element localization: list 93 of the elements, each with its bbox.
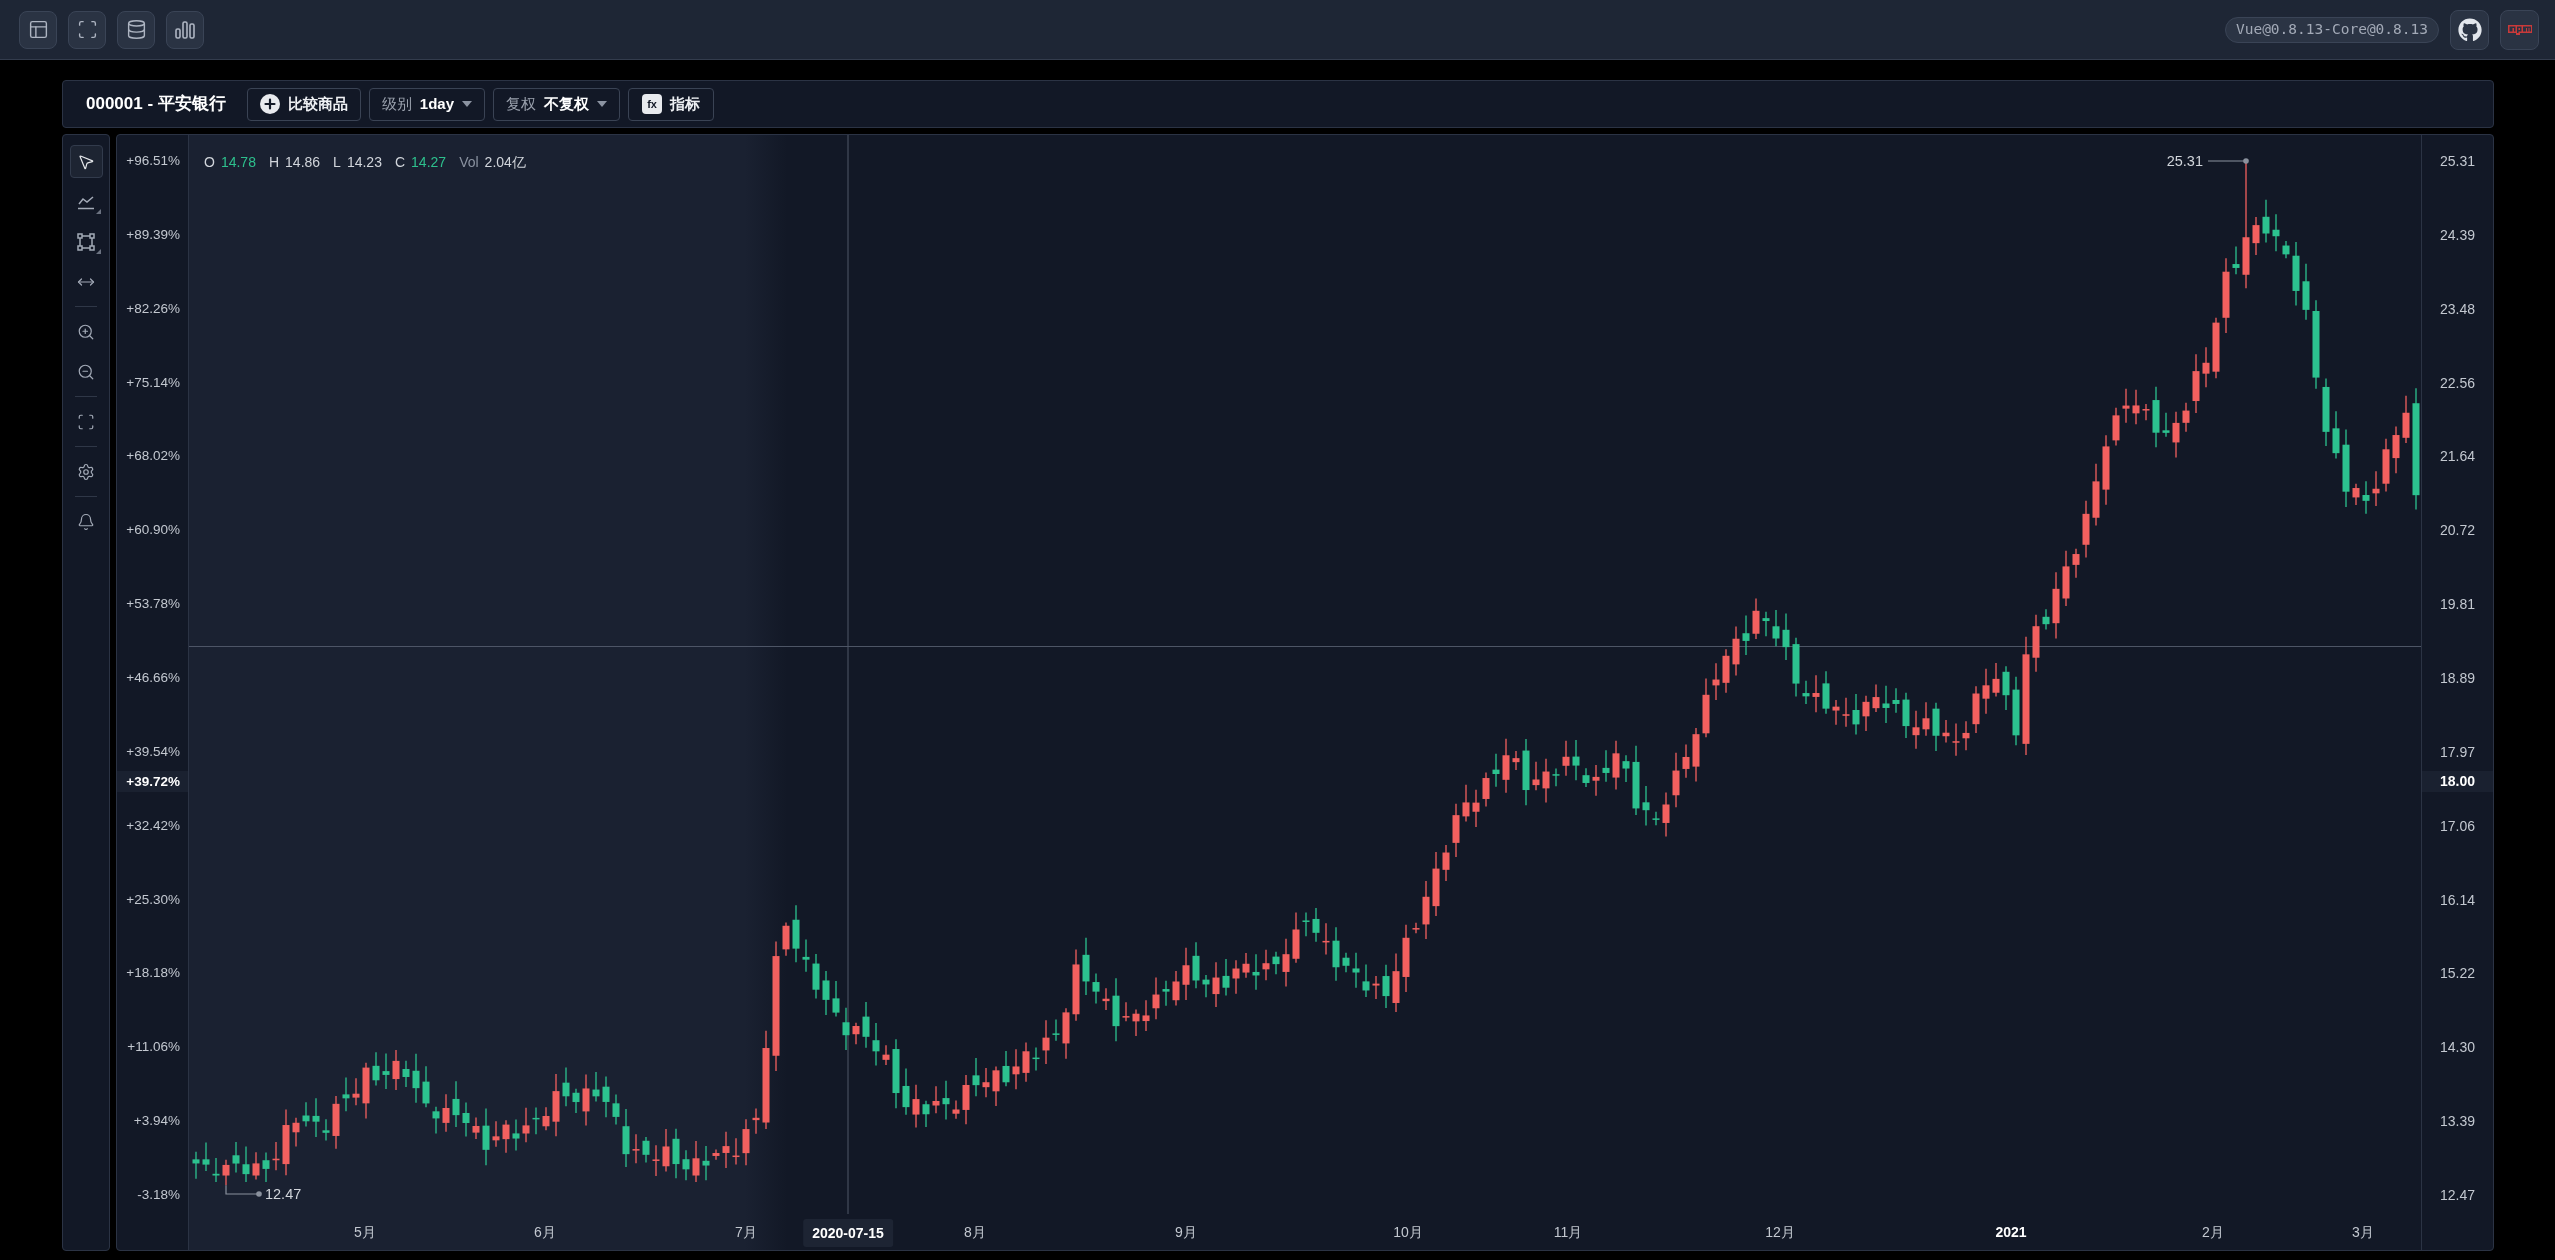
percent-axis-label: -3.18% — [137, 1186, 180, 1204]
version-label: Vue@0.8.13-Core@0.8.13 — [2224, 16, 2439, 43]
adjustment-dropdown-value: 不复权 — [544, 93, 590, 114]
low-price-leader-line — [225, 1184, 262, 1197]
percent-axis-label: +75.14% — [126, 373, 180, 392]
caret-down-icon — [597, 101, 608, 107]
database-button[interactable] — [117, 10, 155, 49]
crosshair-date-label: 2020-07-15 — [803, 1219, 893, 1247]
caret-down-icon — [462, 101, 473, 107]
time-axis-label: 2月 — [2202, 1223, 2224, 1242]
low-price-label: 12.47 — [265, 1186, 302, 1202]
price-axis-label: 22.56 — [2440, 373, 2476, 392]
chart-button[interactable] — [166, 10, 204, 49]
fullscreen-icon — [77, 412, 95, 431]
price-axis-label: 20.72 — [2440, 521, 2476, 540]
npm-button[interactable] — [2500, 9, 2539, 50]
price-axis-label: 17.97 — [2440, 742, 2476, 761]
time-axis-label: 10月 — [1393, 1223, 1423, 1242]
period-dropdown-label: 级别 — [381, 93, 412, 114]
percent-axis-label: +3.94% — [133, 1112, 180, 1131]
percent-axis-label: +11.06% — [127, 1038, 180, 1057]
legend-label: L — [333, 153, 341, 172]
bar-chart-icon — [175, 20, 195, 39]
percent-axis-label: +82.26% — [126, 299, 180, 318]
high-price-leader-line — [2207, 158, 2249, 164]
period-dropdown-value: 1day — [419, 93, 455, 114]
layout-button[interactable] — [19, 10, 57, 49]
time-axis-label: 6月 — [534, 1223, 556, 1242]
price-axis-label: 12.47 — [2440, 1186, 2476, 1204]
price-axis-label: 16.14 — [2440, 890, 2476, 909]
settings-icon — [77, 462, 95, 481]
time-axis-label: 12月 — [1765, 1223, 1795, 1242]
time-axis-label: 3月 — [2352, 1223, 2374, 1242]
line-chart-icon — [77, 193, 95, 210]
crosshair-percent-label: +39.72% — [117, 771, 188, 792]
github-icon — [2457, 17, 2482, 42]
legend-label: H — [268, 153, 280, 172]
fx-icon: fx — [642, 94, 663, 114]
legend-value: 14.86 — [285, 153, 321, 172]
price-axis-label: 18.89 — [2440, 669, 2476, 687]
legend-label: C — [394, 153, 406, 172]
price-axis-label: 25.31 — [2440, 152, 2476, 170]
price-axis-label: 15.22 — [2440, 964, 2476, 983]
layout-icon — [27, 19, 49, 40]
database-icon — [125, 19, 147, 40]
percent-axis-label: +32.42% — [126, 816, 180, 835]
legend-label: Vol — [459, 153, 479, 172]
cursor-icon — [77, 152, 95, 171]
period-dropdown[interactable]: 级别 1day — [368, 87, 486, 121]
percent-axis-label: +39.54% — [126, 742, 180, 761]
percent-axis-label: +46.66% — [126, 669, 180, 687]
adjustment-dropdown-label: 复权 — [506, 93, 537, 114]
time-axis-label: 2021 — [1995, 1223, 2027, 1242]
time-axis-label: 5月 — [354, 1223, 376, 1242]
percent-axis-label: +68.02% — [126, 447, 180, 466]
fullscreen-button[interactable] — [68, 10, 106, 49]
legend-value: 14.78 — [220, 153, 256, 172]
price-axis-label: 13.39 — [2440, 1112, 2476, 1131]
cursor-tool-button[interactable] — [69, 145, 103, 178]
legend-value: 14.23 — [346, 153, 382, 172]
time-axis-label: 9月 — [1175, 1223, 1197, 1242]
percent-axis-label: +96.51% — [126, 152, 180, 170]
bell-icon — [77, 512, 95, 531]
npm-icon — [2507, 24, 2532, 35]
percent-axis-label: +89.39% — [126, 225, 180, 244]
legend-value: 14.27 — [411, 153, 447, 172]
fullscreen-icon — [76, 19, 98, 40]
price-axis-label: 21.64 — [2440, 447, 2476, 466]
percent-axis-label: +25.30% — [126, 890, 180, 909]
zoom-out-icon — [77, 362, 95, 381]
percent-axis-label: +18.18% — [126, 964, 180, 983]
price-axis-label: 24.39 — [2440, 225, 2476, 244]
price-axis-label: 19.81 — [2440, 595, 2476, 614]
github-button[interactable] — [2450, 9, 2489, 50]
high-price-label: 25.31 — [2166, 153, 2203, 169]
legend-label: O — [204, 153, 215, 172]
adjustment-dropdown[interactable]: 复权 不复权 — [493, 87, 621, 121]
percent-axis-label: +53.78% — [126, 595, 180, 614]
plus-circle-icon — [259, 94, 280, 114]
time-axis-label: 11月 — [1553, 1223, 1583, 1242]
time-axis-label: 7月 — [735, 1223, 757, 1242]
crosshair-price-label: 18.00 — [2422, 771, 2493, 792]
price-axis-label: 14.30 — [2440, 1038, 2476, 1057]
time-axis-label: 8月 — [964, 1223, 986, 1242]
rectangle-icon — [77, 232, 95, 251]
legend-value: 2.04亿 — [484, 153, 526, 172]
compare-button[interactable]: 比较商品 — [246, 87, 361, 121]
percent-axis-label: +60.90% — [126, 521, 180, 540]
symbol-title: 000001 - 平安银行 — [86, 93, 226, 116]
price-axis-label: 17.06 — [2440, 816, 2476, 835]
price-axis-label: 23.48 — [2440, 299, 2476, 318]
zoom-in-icon — [77, 322, 95, 341]
indicator-button[interactable]: fx 指标 — [628, 87, 715, 121]
